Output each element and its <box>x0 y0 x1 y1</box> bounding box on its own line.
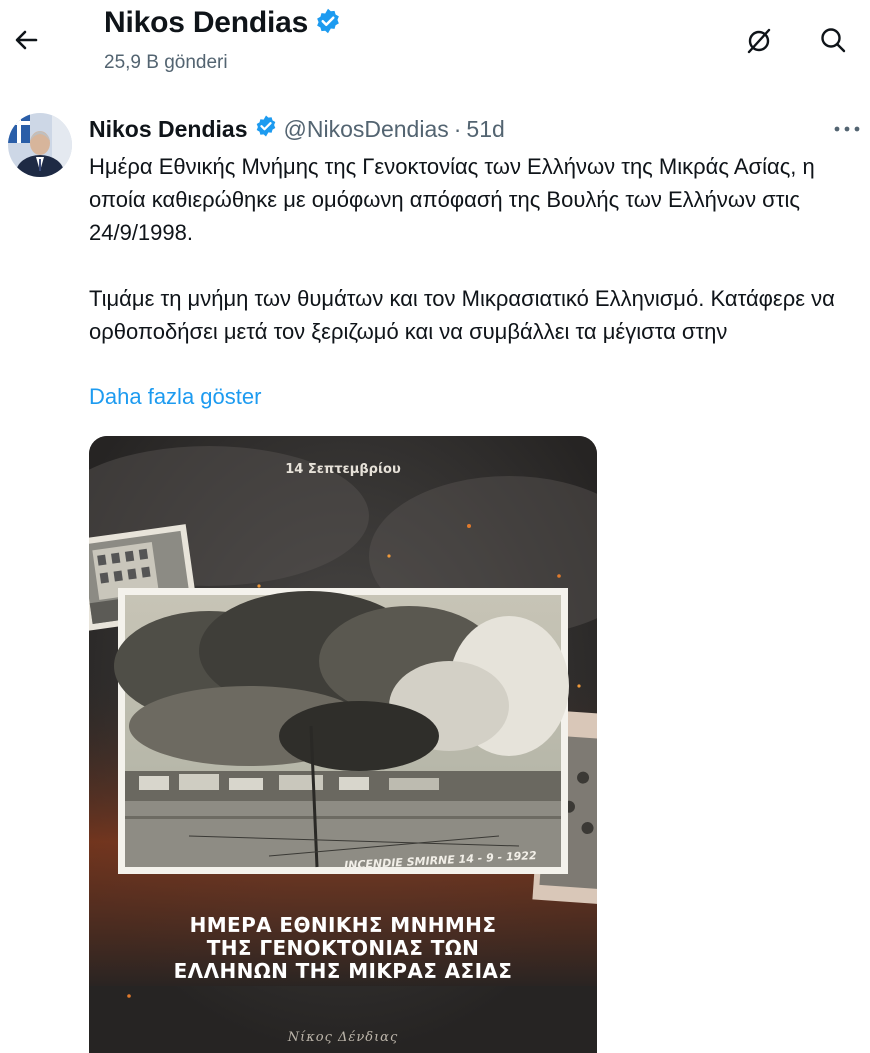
page-title: Nikos Dendias <box>104 6 309 39</box>
media-title: ΗΜΕΡΑ ΕΘΝΙΚΗΣ ΜΝΗΜΗΣ ΤΗΣ ΓΕΝΟΚΤΟΝΙΑΣ ΤΩΝ… <box>89 914 597 983</box>
notifications-button[interactable] <box>741 22 777 58</box>
back-arrow-icon <box>15 30 38 50</box>
tweet-media-image[interactable]: 14 Σεπτεμβρίου INCENDIE SMIRNE 14 - 9 - … <box>89 436 597 1053</box>
author-name[interactable]: Nikos Dendias <box>89 116 248 143</box>
media-title-line: ΗΜΕΡΑ ΕΘΝΙΚΗΣ ΜΝΗΜΗΣ <box>189 913 497 937</box>
tweet-paragraph: Τιμάμε τη μνήμη των θυμάτων και τον Μικρ… <box>89 286 835 344</box>
search-icon <box>821 28 846 53</box>
author-handle[interactable]: @NikosDendias <box>284 116 449 143</box>
media-signature: Νίκος Δένδιας <box>287 1030 399 1045</box>
search-button[interactable] <box>815 22 851 58</box>
back-button[interactable] <box>8 22 44 58</box>
header-title-row: Nikos Dendias <box>104 6 342 40</box>
media-title-line: ΤΗΣ ΓΕΝΟΚΤΟΝΙΑΣ ΤΩΝ <box>206 936 480 960</box>
verified-badge-icon <box>254 114 278 144</box>
show-more-link[interactable]: Daha fazla göster <box>89 384 261 410</box>
media-date: 14 Σεπτεμβρίου <box>285 462 401 477</box>
media-title-line: ΕΛΛΗΝΩΝ ΤΗΣ ΜΙΚΡΑΣ ΑΣΙΑΣ <box>173 959 513 983</box>
more-options-button[interactable] <box>830 116 864 142</box>
avatar[interactable] <box>8 113 72 177</box>
tweet-header: Nikos Dendias @NikosDendias · 51d <box>89 114 505 144</box>
no-notifications-icon <box>747 28 771 54</box>
tweet-text: Ημέρα Εθνικής Μνήμης της Γενοκτονίας των… <box>89 150 865 348</box>
profile-header: Nikos Dendias 25,9 B gönderi <box>0 0 870 90</box>
more-dots-icon <box>834 126 860 132</box>
verified-badge-icon <box>314 7 342 40</box>
tweet-time[interactable]: 51d <box>466 116 504 143</box>
tweet-paragraph: Ημέρα Εθνικής Μνήμης της Γενοκτονίας των… <box>89 154 815 245</box>
separator-dot: · <box>453 115 462 142</box>
post-count: 25,9 B gönderi <box>104 52 228 73</box>
